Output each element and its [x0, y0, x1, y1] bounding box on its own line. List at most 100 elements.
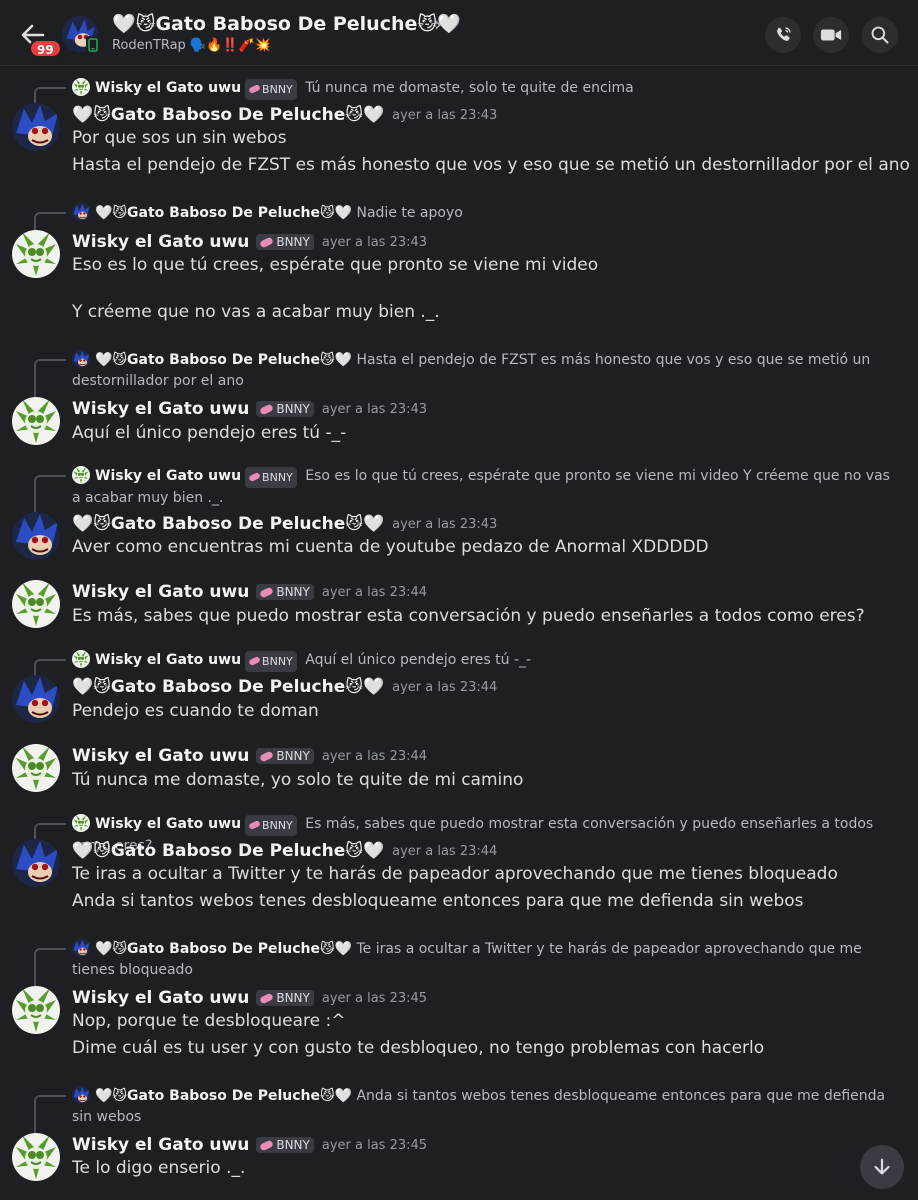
- author-tag-text: BNNY: [276, 585, 310, 599]
- message-header: Wisky el Gato uwu BNNY ayer a las 23:45: [72, 988, 427, 1008]
- message-header: 🤍😼Gato Baboso De Peluche😼🤍 ayer a las 23:…: [72, 677, 497, 697]
- pill-icon: [248, 83, 261, 95]
- message-author[interactable]: Wisky el Gato uwu: [72, 232, 249, 252]
- author-tag-text: BNNY: [276, 402, 310, 416]
- message-timestamp: ayer a las 23:44: [392, 843, 498, 859]
- reply-author[interactable]: Wisky el Gato uwu: [95, 80, 241, 96]
- reply-author[interactable]: 🤍😼Gato Baboso De Peluche😼🤍: [95, 352, 352, 368]
- message-author[interactable]: 🤍😼Gato Baboso De Peluche😼🤍: [72, 514, 384, 534]
- message-text: Te iras a ocultar a Twitter y te harás d…: [72, 864, 838, 884]
- user-avatar-gato-baboso[interactable]: [12, 103, 60, 151]
- reply-preview[interactable]: Wisky el Gato uwu BNNY Eso es lo que tú c…: [72, 466, 902, 509]
- reply-tag-text: BNNY: [262, 82, 293, 96]
- message-text: Anda si tantos webos tenes desbloqueame …: [72, 891, 804, 911]
- pill-icon: [248, 471, 261, 483]
- message-header: 🤍😼Gato Baboso De Peluche😼🤍 ayer a las 23:…: [72, 514, 497, 534]
- user-avatar-wisky[interactable]: [12, 230, 60, 278]
- arrow-down-icon: [874, 1158, 890, 1175]
- message-text: Por que sos un sin webos: [72, 128, 287, 148]
- message-timestamp: ayer a las 23:43: [392, 516, 498, 532]
- message-header: Wisky el Gato uwu BNNY ayer a las 23:44: [72, 582, 427, 602]
- message-author[interactable]: Wisky el Gato uwu: [72, 399, 249, 419]
- chevron-right-icon[interactable]: ›: [434, 12, 442, 36]
- reply-author-tag: BNNY: [245, 814, 297, 836]
- user-avatar-gato-baboso[interactable]: [12, 839, 60, 887]
- reply-author[interactable]: Wisky el Gato uwu: [95, 652, 241, 668]
- channel-header: 99 🤍😼Gato Baboso De Peluche😼🤍 › RodenTRa…: [0, 0, 918, 66]
- pill-icon: [248, 655, 261, 667]
- author-tag: BNNY: [256, 234, 314, 250]
- reply-author-tag: BNNY: [245, 650, 297, 672]
- user-avatar-wisky[interactable]: [12, 397, 60, 445]
- message-timestamp: ayer a las 23:43: [321, 234, 428, 250]
- message-header: Wisky el Gato uwu BNNY ayer a las 23:43: [72, 399, 427, 419]
- pill-icon: [259, 403, 275, 415]
- message-author[interactable]: 🤍😼Gato Baboso De Peluche😼🤍: [72, 105, 384, 125]
- message-author[interactable]: Wisky el Gato uwu: [72, 988, 249, 1008]
- search-icon: [871, 26, 889, 44]
- message-timestamp: ayer a las 23:43: [321, 401, 428, 417]
- message-timestamp: ayer a las 23:43: [392, 107, 498, 123]
- reply-preview[interactable]: Wisky el Gato uwu BNNY Tú nunca me domast…: [72, 78, 902, 100]
- voice-call-button[interactable]: [765, 17, 801, 53]
- reply-author[interactable]: 🤍😼Gato Baboso De Peluche😼🤍: [95, 1088, 352, 1104]
- reply-author[interactable]: Wisky el Gato uwu: [95, 816, 241, 832]
- user-avatar-wisky[interactable]: [12, 744, 60, 792]
- unread-badge: 99: [29, 39, 62, 58]
- message-text: Y créeme que no vas a acabar muy bien ._…: [72, 302, 440, 322]
- user-avatar-wisky[interactable]: [12, 986, 60, 1034]
- reply-preview[interactable]: 🤍😼Gato Baboso De Peluche😼🤍 Anda si tanto…: [72, 1086, 902, 1128]
- reply-preview[interactable]: 🤍😼Gato Baboso De Peluche😼🤍 Te iras a ocu…: [72, 939, 902, 981]
- search-button[interactable]: [862, 17, 898, 53]
- message-header: 🤍😼Gato Baboso De Peluche😼🤍 ayer a las 23:…: [72, 841, 497, 861]
- user-avatar-wisky[interactable]: [12, 580, 60, 628]
- channel-title[interactable]: 🤍😼Gato Baboso De Peluche😼🤍: [112, 12, 461, 35]
- reply-author-tag: BNNY: [245, 78, 297, 100]
- reply-author[interactable]: 🤍😼Gato Baboso De Peluche😼🤍: [95, 205, 352, 221]
- pill-icon: [248, 819, 261, 831]
- pill-icon: [259, 750, 275, 762]
- author-tag-text: BNNY: [276, 235, 310, 249]
- message-text: Aver como encuentras mi cuenta de youtub…: [72, 537, 709, 557]
- author-tag: BNNY: [256, 584, 314, 600]
- channel-subtitle: RodenTRap 🗣️🔥‼️🧨💥: [112, 38, 271, 53]
- author-tag: BNNY: [256, 1137, 314, 1153]
- reply-avatar: [72, 650, 90, 668]
- message-author[interactable]: 🤍😼Gato Baboso De Peluche😼🤍: [72, 677, 384, 697]
- user-avatar-gato-baboso[interactable]: [12, 675, 60, 723]
- reply-tag-text: BNNY: [262, 470, 293, 484]
- message-timestamp: ayer a las 23:45: [321, 990, 428, 1006]
- author-tag: BNNY: [256, 748, 314, 764]
- author-tag: BNNY: [256, 990, 314, 1006]
- message-author[interactable]: Wisky el Gato uwu: [72, 582, 249, 602]
- message-timestamp: ayer a las 23:44: [321, 584, 428, 600]
- jump-to-bottom-button[interactable]: [860, 1145, 904, 1189]
- reply-author[interactable]: 🤍😼Gato Baboso De Peluche😼🤍: [95, 941, 352, 957]
- message-text: Dime cuál es tu user y con gusto te desb…: [72, 1038, 765, 1058]
- reply-avatar: [72, 1086, 90, 1104]
- reply-avatar: [72, 939, 90, 957]
- message-timestamp: ayer a las 23:44: [321, 748, 428, 764]
- mobile-status-icon: [86, 36, 100, 54]
- pill-icon: [259, 1139, 275, 1151]
- message-author[interactable]: Wisky el Gato uwu: [72, 1135, 249, 1155]
- reply-author[interactable]: Wisky el Gato uwu: [95, 468, 241, 484]
- message-text: Eso es lo que tú crees, espérate que pro…: [72, 255, 599, 275]
- reply-preview[interactable]: 🤍😼Gato Baboso De Peluche😼🤍 Nadie te apoy…: [72, 203, 902, 224]
- reply-author-tag: BNNY: [245, 466, 297, 488]
- message-timestamp: ayer a las 23:45: [321, 1137, 428, 1153]
- user-avatar-gato-baboso[interactable]: [12, 512, 60, 560]
- message-text: Hasta el pendejo de FZST es más honesto …: [72, 155, 910, 175]
- pill-icon: [259, 992, 275, 1004]
- message-author[interactable]: Wisky el Gato uwu: [72, 746, 249, 766]
- message-header: Wisky el Gato uwu BNNY ayer a las 23:45: [72, 1135, 427, 1155]
- message-author[interactable]: 🤍😼Gato Baboso De Peluche😼🤍: [72, 841, 384, 861]
- reply-preview[interactable]: Wisky el Gato uwu BNNY Aquí el único pend…: [72, 650, 902, 672]
- user-avatar-wisky[interactable]: [12, 1133, 60, 1181]
- message-timestamp: ayer a las 23:44: [392, 679, 498, 695]
- reply-preview[interactable]: 🤍😼Gato Baboso De Peluche😼🤍 Hasta el pend…: [72, 350, 902, 392]
- video-call-button[interactable]: [813, 17, 849, 53]
- author-tag-text: BNNY: [276, 749, 310, 763]
- reply-text: Nadie te apoyo: [356, 205, 463, 221]
- message-text: Es más, sabes que puedo mostrar esta con…: [72, 606, 865, 626]
